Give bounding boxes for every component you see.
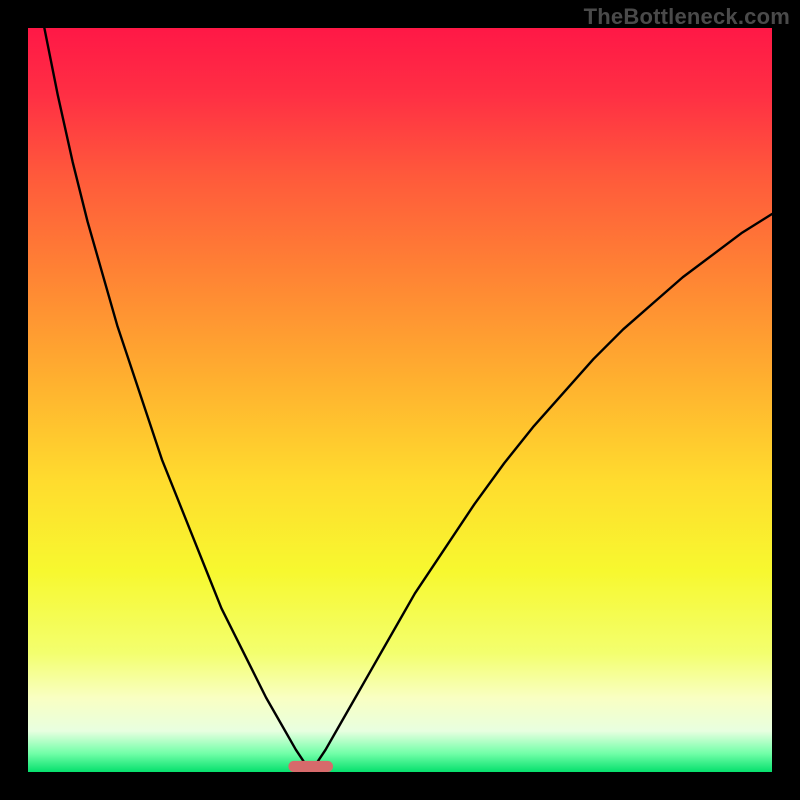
outer-frame: TheBottleneck.com <box>0 0 800 800</box>
plot-area <box>28 28 772 772</box>
chart-svg <box>28 28 772 772</box>
gradient-background <box>28 28 772 772</box>
optimal-marker <box>288 761 333 772</box>
watermark-text: TheBottleneck.com <box>584 4 790 30</box>
